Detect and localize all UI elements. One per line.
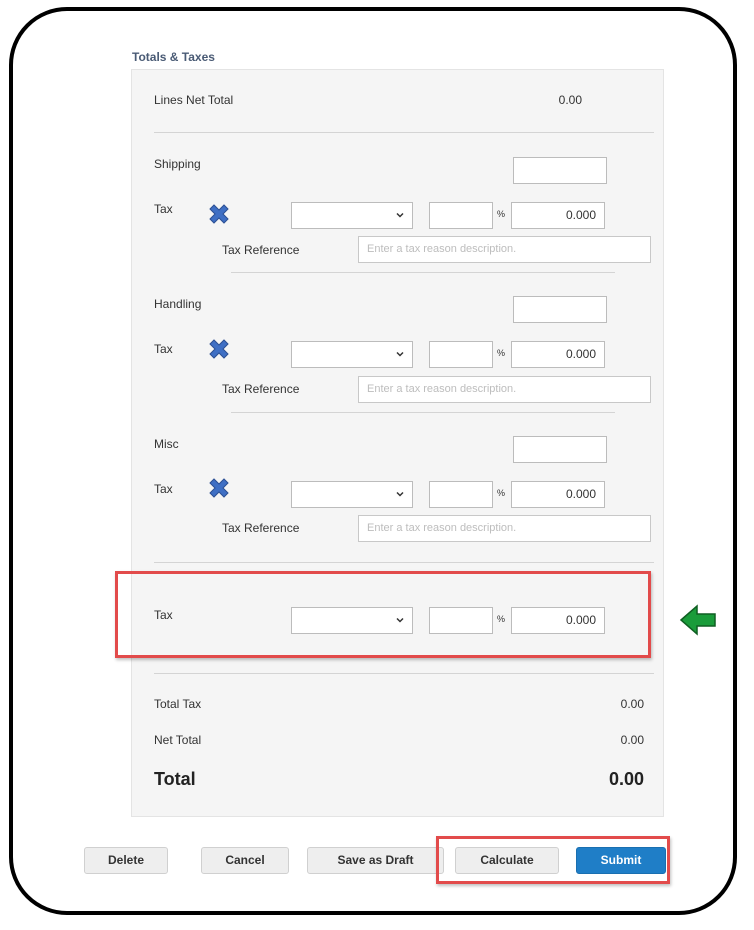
lines-net-total-label: Lines Net Total <box>154 93 234 107</box>
x-remove-icon[interactable] <box>206 475 232 501</box>
header-tax-label: Tax <box>154 608 173 622</box>
chevron-down-icon <box>396 617 404 623</box>
misc-tax-reference-label: Tax Reference <box>222 521 300 535</box>
chevron-down-icon <box>396 491 404 497</box>
arrow-left-icon <box>679 604 716 636</box>
shipping-tax-label: Tax <box>154 202 173 216</box>
divider <box>154 132 654 133</box>
handling-tax-reference-label: Tax Reference <box>222 382 300 396</box>
total-value: 0.00 <box>608 769 644 789</box>
misc-tax-code-select[interactable] <box>291 481 413 508</box>
handling-tax-rate-input[interactable] <box>429 341 493 368</box>
misc-amount-input[interactable] <box>513 436 607 463</box>
x-remove-icon[interactable] <box>206 336 232 362</box>
percent-sign: % <box>497 209 506 219</box>
header-tax-rate-input[interactable] <box>429 607 493 634</box>
shipping-label: Shipping <box>154 157 201 171</box>
misc-label: Misc <box>154 437 179 451</box>
shipping-tax-rate-input[interactable] <box>429 202 493 229</box>
lines-net-total-value: 0.00 <box>558 93 582 107</box>
misc-tax-label: Tax <box>154 482 173 496</box>
calculate-button[interactable]: Calculate <box>455 847 559 874</box>
shipping-tax-reference-label: Tax Reference <box>222 243 300 257</box>
handling-tax-amount-input[interactable]: 0.000 <box>511 341 605 368</box>
handling-tax-reference-input[interactable]: Enter a tax reason description. <box>358 376 651 403</box>
percent-sign: % <box>497 348 506 358</box>
shipping-amount-input[interactable] <box>513 157 607 184</box>
delete-button[interactable]: Delete <box>84 847 168 874</box>
shipping-tax-code-select[interactable] <box>291 202 413 229</box>
net-total-value: 0.00 <box>620 733 644 747</box>
total-tax-value: 0.00 <box>620 697 644 711</box>
handling-tax-code-select[interactable] <box>291 341 413 368</box>
handling-tax-label: Tax <box>154 342 173 356</box>
header-tax-amount-input[interactable]: 0.000 <box>511 607 605 634</box>
percent-sign: % <box>497 488 506 498</box>
shipping-tax-amount-input[interactable]: 0.000 <box>511 202 605 229</box>
header-tax-code-select[interactable] <box>291 607 413 634</box>
chevron-down-icon <box>396 212 404 218</box>
divider <box>154 562 654 563</box>
chevron-down-icon <box>396 351 404 357</box>
divider <box>231 272 615 273</box>
divider <box>231 412 615 413</box>
total-tax-label: Total Tax <box>154 697 202 711</box>
handling-label: Handling <box>154 297 202 311</box>
total-label: Total <box>154 769 196 789</box>
net-total-label: Net Total <box>154 733 202 747</box>
section-title: Totals & Taxes <box>132 50 215 64</box>
cancel-button[interactable]: Cancel <box>201 847 289 874</box>
divider <box>154 673 654 674</box>
save-as-draft-button[interactable]: Save as Draft <box>307 847 444 874</box>
misc-tax-reference-input[interactable]: Enter a tax reason description. <box>358 515 651 542</box>
submit-button[interactable]: Submit <box>576 847 666 874</box>
shipping-tax-reference-input[interactable]: Enter a tax reason description. <box>358 236 651 263</box>
misc-tax-rate-input[interactable] <box>429 481 493 508</box>
percent-sign: % <box>497 614 506 624</box>
misc-tax-amount-input[interactable]: 0.000 <box>511 481 605 508</box>
handling-amount-input[interactable] <box>513 296 607 323</box>
x-remove-icon[interactable] <box>206 201 232 227</box>
